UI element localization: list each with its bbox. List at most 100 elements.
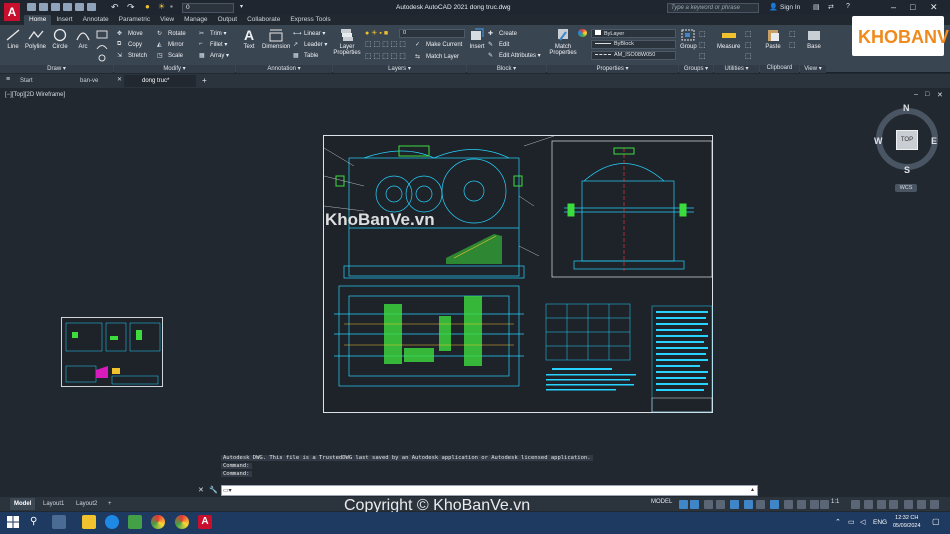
viewport-close-button[interactable]: ✕ — [937, 91, 943, 99]
layer-dropdown[interactable]: 0 — [399, 29, 465, 38]
circle-button[interactable]: Circle — [52, 28, 68, 50]
model-space-button[interactable]: MODEL — [651, 499, 672, 505]
make-current-button[interactable]: ✓ Make Current — [415, 39, 462, 50]
clipboard-small-tools[interactable]: ⬚ ⬚ — [789, 29, 796, 51]
color-wheel-icon[interactable] — [578, 29, 587, 37]
windows-start-icon[interactable] — [6, 515, 20, 529]
new-layout-button[interactable]: + — [104, 498, 116, 510]
thumbnail-sheet[interactable] — [61, 317, 163, 387]
move-button[interactable]: ✥ Move — [117, 28, 151, 39]
utilities-small-tools[interactable]: ⬚ ⬚ ⬚ — [745, 29, 752, 62]
redo-icon[interactable]: ↷ — [127, 2, 135, 13]
workspace-gear-icon[interactable] — [851, 500, 860, 509]
close-button[interactable]: ✕ — [930, 2, 938, 13]
file-tab-start[interactable]: Start — [2, 75, 64, 87]
edge-icon[interactable] — [105, 515, 119, 529]
layer-properties-button[interactable]: Layer Properties — [333, 28, 361, 56]
isodraft-toggle-icon[interactable] — [730, 500, 739, 509]
tab-parametric[interactable]: Parametric — [114, 15, 155, 25]
lineweight-toggle-icon[interactable] — [770, 500, 779, 509]
ortho-toggle-icon[interactable] — [704, 500, 713, 509]
close-tab-icon[interactable]: ✕ — [117, 76, 122, 83]
draw-small-tools[interactable] — [95, 29, 111, 63]
paste-button[interactable]: Paste — [765, 28, 781, 50]
line-button[interactable]: Line — [5, 28, 21, 50]
osnap-toggle-icon[interactable] — [756, 500, 765, 509]
layout-tab-layout1[interactable]: Layout1 — [39, 498, 68, 510]
tab-annotate[interactable]: Annotate — [78, 15, 114, 25]
layout-tab-layout2[interactable]: Layout2 — [72, 498, 101, 510]
plot-icon[interactable] — [87, 3, 96, 11]
layout-tab-model[interactable]: Model — [10, 498, 36, 510]
viewport-label[interactable]: [−][Top][2D Wireframe] — [5, 92, 65, 98]
insert-button[interactable]: Insert — [469, 28, 485, 50]
viewcube-west[interactable]: W — [874, 136, 883, 146]
tab-output[interactable]: Output — [213, 15, 243, 25]
tray-overflow-icon[interactable]: ⌃ — [835, 518, 841, 526]
open-icon[interactable] — [39, 3, 48, 11]
exchange-icon[interactable]: ⇄ — [828, 3, 834, 11]
file-explorer-icon[interactable] — [82, 515, 96, 529]
tab-insert[interactable]: Insert — [51, 15, 77, 25]
layers-panel-title[interactable]: Layers ▾ — [333, 65, 466, 73]
mirror-button[interactable]: ◭ Mirror — [157, 39, 193, 50]
tab-home[interactable]: Home — [24, 15, 52, 25]
tab-express-tools[interactable]: Express Tools — [285, 15, 335, 25]
layer-tools-row2[interactable]: ⬚ ⬚ ⬚ ⬚ ⬚ — [365, 40, 406, 48]
array-button[interactable]: ▦ Array ▾ — [199, 50, 229, 61]
save-icon[interactable] — [51, 3, 60, 11]
polyline-button[interactable]: Polyline — [25, 28, 46, 50]
autocad-taskbar-icon[interactable]: A — [198, 515, 212, 529]
network-icon[interactable]: ▭ — [848, 518, 855, 526]
autocad-logo-button[interactable]: A — [4, 3, 20, 21]
viewport-maximize-button[interactable]: □ — [925, 91, 929, 98]
groups-panel-title[interactable]: Groups ▾ — [679, 65, 713, 73]
viewport-minimize-button[interactable]: – — [914, 91, 918, 98]
clock[interactable]: 12:32 CH 05/09/2024 — [893, 514, 921, 530]
measure-button[interactable]: Measure — [717, 28, 740, 50]
view-panel-title[interactable]: View ▾ — [800, 65, 826, 73]
modify-panel-title[interactable]: Modify ▾ — [114, 65, 235, 73]
utilities-panel-title[interactable]: Utilities ▾ — [714, 65, 759, 73]
save-as-icon[interactable] — [63, 3, 72, 11]
wechat-icon[interactable] — [128, 515, 142, 529]
osnap-tracking-icon[interactable] — [744, 500, 753, 509]
create-block-button[interactable]: ✚ Create — [488, 28, 546, 39]
match-layer-button[interactable]: ⇆ Match Layer — [415, 51, 459, 62]
chrome-profile-icon[interactable] — [175, 515, 189, 529]
units-icon[interactable] — [877, 500, 886, 509]
draw-panel-title[interactable]: Draw ▾ — [0, 65, 113, 73]
layer-state-icons[interactable]: ● ☀ ▪ ■ — [365, 29, 388, 37]
command-close-icon[interactable]: ✕ — [198, 486, 204, 494]
viewcube-east[interactable]: E — [931, 136, 937, 146]
lock-ui-icon[interactable] — [904, 500, 913, 509]
grid-toggle-icon[interactable] — [679, 500, 688, 509]
customization-icon[interactable] — [930, 500, 939, 509]
copy-button[interactable]: ⧉ Copy — [117, 39, 151, 50]
command-customize-icon[interactable]: 🔧 — [209, 486, 218, 494]
linear-button[interactable]: ⟷ Linear ▾ — [293, 28, 337, 39]
chrome-icon[interactable] — [151, 515, 165, 529]
quick-layer-combo[interactable]: 0 — [182, 3, 234, 13]
scale-button[interactable]: ◳ Scale — [157, 50, 193, 61]
block-panel-title[interactable]: Block ▾ — [467, 65, 546, 73]
base-button[interactable]: Base — [806, 28, 822, 50]
viewcube-top-face[interactable]: TOP — [896, 130, 918, 150]
selection-cycling-icon[interactable] — [797, 500, 806, 509]
tab-collaborate[interactable]: Collaborate — [242, 15, 285, 25]
wcs-menu[interactable]: WCS — [895, 184, 917, 192]
text-button[interactable]: A Text — [241, 28, 257, 50]
qa-dropdown-icon[interactable]: ▾ — [240, 3, 243, 10]
dimension-button[interactable]: Dimension — [262, 28, 290, 50]
sign-in-button[interactable]: Sign In — [780, 4, 800, 11]
tab-manage[interactable]: Manage — [179, 15, 213, 25]
trim-button[interactable]: ✂ Trim ▾ — [199, 28, 226, 39]
cart-icon[interactable]: ▤ — [813, 3, 820, 11]
search-taskbar-icon[interactable]: ⚲ — [30, 516, 37, 527]
annotation-visibility-icon[interactable] — [810, 500, 819, 509]
clipboard-panel-title[interactable]: Clipboard — [760, 65, 799, 73]
maximize-button[interactable]: □ — [910, 2, 915, 12]
notification-icon[interactable]: ▢ — [932, 517, 940, 526]
transparency-toggle-icon[interactable] — [784, 500, 793, 509]
group-small-tools[interactable]: ⬚ ⬚ ⬚ — [699, 29, 706, 62]
